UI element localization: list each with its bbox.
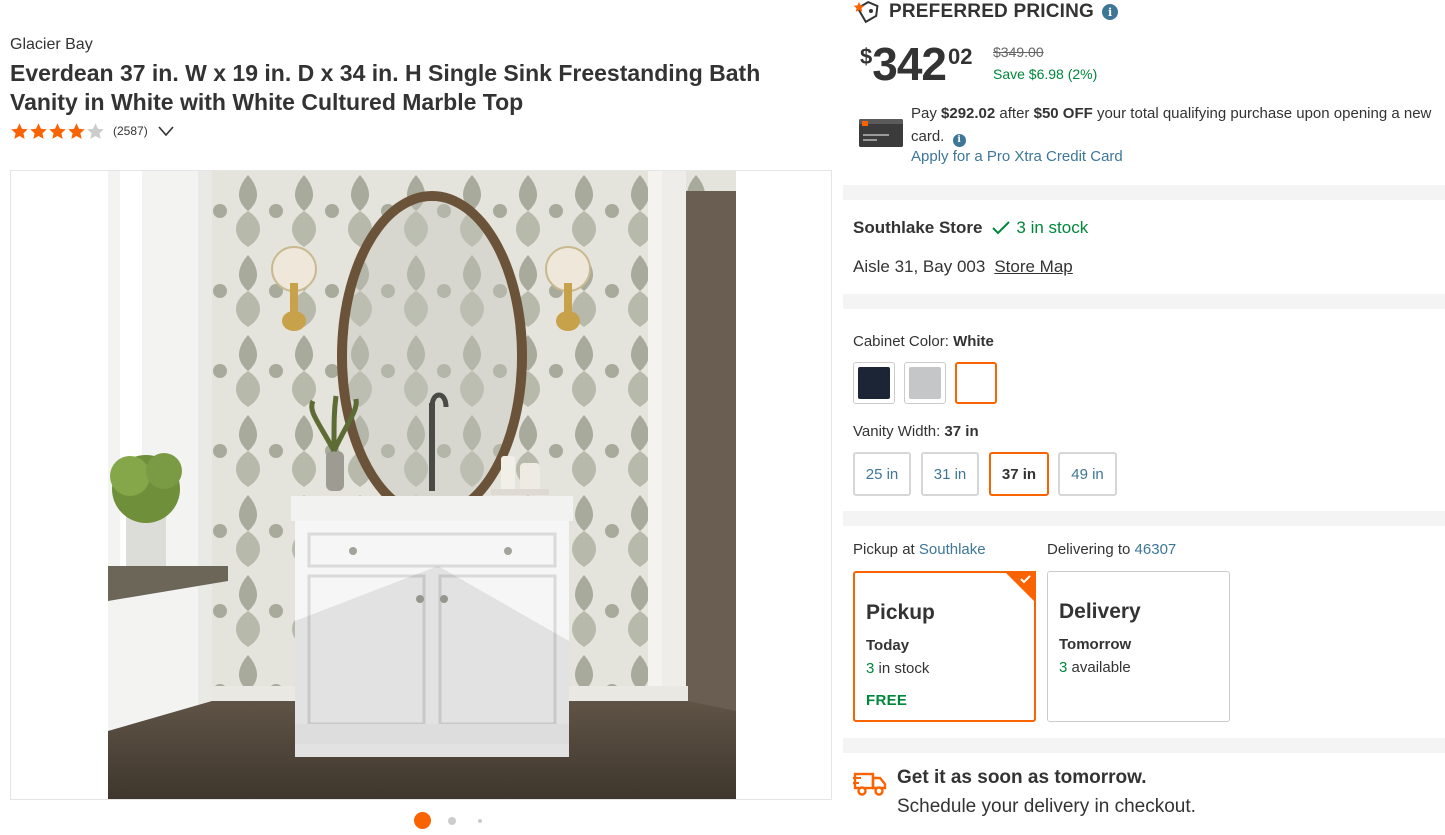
section-divider <box>843 511 1445 526</box>
selected-check-icon <box>1004 571 1036 603</box>
width-option-25[interactable]: 25 in <box>853 452 911 496</box>
width-option-37[interactable]: 37 in <box>989 452 1049 496</box>
preferred-pricing-label: PREFERRED PRICING <box>889 1 1095 22</box>
swatch-fill <box>858 367 890 399</box>
preferred-pricing-badge: PREFERRED PRICING i <box>853 0 1119 24</box>
pickup-store-link[interactable]: Southlake <box>919 541 986 558</box>
gallery-pagination <box>0 810 843 832</box>
product-image-gallery[interactable] <box>10 170 832 800</box>
promo-discount: $50 OFF <box>1033 105 1093 122</box>
delivery-zip-link[interactable]: 46307 <box>1135 541 1177 558</box>
price-currency: $ <box>860 44 873 69</box>
store-map-link[interactable]: Store Map <box>994 257 1072 277</box>
delivery-truck-icon <box>853 772 887 796</box>
current-price: $ 342 02 <box>860 38 972 90</box>
star-full-icon <box>68 122 85 139</box>
gallery-dot[interactable] <box>478 819 482 823</box>
aisle-location: Aisle 31, Bay 003 Store Map <box>853 257 1073 277</box>
review-count[interactable]: (2587) <box>113 124 148 138</box>
rating-row[interactable]: (2587) <box>10 121 174 141</box>
promo-prefix: Pay <box>911 105 942 122</box>
info-icon[interactable]: i <box>1102 4 1119 20</box>
star-full-icon <box>49 122 66 139</box>
product-left-column: Glacier Bay Everdean 37 in. W x 19 in. D… <box>0 0 843 835</box>
store-availability: Southlake Store 3 in stock <box>853 218 1088 238</box>
pickup-title: Pickup <box>866 601 935 624</box>
pickup-price: FREE <box>866 692 908 709</box>
star-empty-icon <box>87 122 104 139</box>
credit-card-icon <box>859 119 903 147</box>
section-divider <box>843 738 1445 753</box>
pickup-option-card[interactable]: Pickup Today 3 in stock FREE <box>853 571 1036 722</box>
width-option-31[interactable]: 31 in <box>921 452 979 496</box>
stock-status: 3 in stock <box>1016 218 1089 237</box>
section-divider <box>843 294 1445 309</box>
promo-amount: $292.02 <box>941 105 996 122</box>
delivery-header: Delivering to 46307 <box>1047 541 1176 558</box>
brand-name[interactable]: Glacier Bay <box>10 36 93 54</box>
product-title: Everdean 37 in. W x 19 in. D x 34 in. H … <box>10 60 761 115</box>
delivery-availability: 3 available <box>1059 659 1131 676</box>
delivery-subline: Schedule your delivery in checkout. <box>897 796 1196 817</box>
delivery-prefix: Delivering to <box>1047 541 1135 558</box>
delivery-title: Delivery <box>1059 600 1141 623</box>
price-cents: 02 <box>948 44 973 69</box>
pickup-header: Pickup at Southlake <box>853 541 986 558</box>
pickup-prefix: Pickup at <box>853 541 919 558</box>
vanity-width-label: Vanity Width: 37 in <box>853 423 979 440</box>
color-swatch-gray[interactable] <box>904 362 946 404</box>
apply-credit-card-link[interactable]: Apply for a Pro Xtra Credit Card <box>911 148 1123 165</box>
gallery-dot-active[interactable] <box>414 812 431 829</box>
delivery-headline: Get it as soon as tomorrow. <box>897 767 1147 788</box>
width-label-value: 37 in <box>944 423 979 440</box>
star-full-icon <box>11 122 28 139</box>
gallery-dot[interactable] <box>448 817 456 825</box>
pickup-availability: 3 in stock <box>866 660 929 677</box>
star-rating <box>10 122 105 141</box>
buybox-column: PREFERRED PRICING i $ 342 02 $349.00 Sav… <box>843 0 1445 835</box>
savings-text: Save $6.98 (2%) <box>993 66 1098 82</box>
section-divider <box>843 185 1445 200</box>
color-swatch-navy[interactable] <box>853 362 895 404</box>
color-label-value: White <box>953 333 994 350</box>
info-icon[interactable]: i <box>952 134 966 147</box>
delivery-option-card[interactable]: Delivery Tomorrow 3 available <box>1047 571 1230 722</box>
price-tag-icon <box>853 0 879 24</box>
promo-mid: after <box>995 105 1034 122</box>
delivery-avail-suffix: available <box>1067 659 1131 676</box>
pickup-avail-suffix: in stock <box>874 660 930 677</box>
swatch-fill <box>909 367 941 399</box>
store-name: Southlake Store <box>853 218 983 237</box>
aisle-text: Aisle 31, Bay 003 <box>853 257 986 276</box>
pickup-when: Today <box>866 637 910 654</box>
bathroom-vanity-photo[interactable] <box>108 171 736 799</box>
checkmark-icon <box>992 221 1011 235</box>
color-swatch-white[interactable] <box>955 362 997 404</box>
swatch-fill <box>961 368 991 398</box>
credit-card-image <box>859 119 903 147</box>
color-label-prefix: Cabinet Color: <box>853 333 954 350</box>
was-price: $349.00 <box>993 44 1044 60</box>
cabinet-color-label: Cabinet Color: White <box>853 333 994 350</box>
chevron-down-icon[interactable] <box>158 125 174 137</box>
price-dollars: 342 <box>872 38 947 90</box>
delivery-when: Tomorrow <box>1059 636 1132 653</box>
width-option-49[interactable]: 49 in <box>1058 452 1117 496</box>
width-label-prefix: Vanity Width: <box>853 423 945 440</box>
star-full-icon <box>30 122 47 139</box>
credit-promo-text: Pay $292.02 after $50 OFF your total qua… <box>911 102 1441 148</box>
